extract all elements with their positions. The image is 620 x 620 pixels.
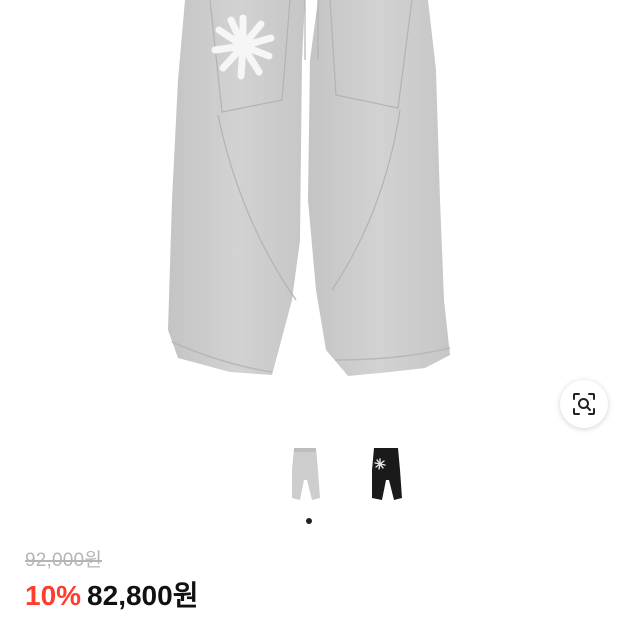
- image-search-button[interactable]: [560, 380, 608, 428]
- image-search-icon: [573, 393, 595, 415]
- sale-price: 82,800원: [87, 580, 199, 611]
- variant-thumbnails: [280, 440, 420, 520]
- right-leg: [308, 0, 450, 376]
- carousel-indicator: [306, 518, 314, 526]
- discount-rate: 10%: [25, 580, 82, 611]
- thumbnail-black-variant[interactable]: [362, 440, 412, 508]
- black-pants-thumbnail: [372, 448, 402, 500]
- thumbnail-gray-variant[interactable]: [280, 440, 330, 508]
- carousel-dot-active: [306, 518, 312, 524]
- price-row: 10% 82,800원: [25, 574, 198, 614]
- pants-illustration: [168, 0, 451, 376]
- gray-pants-thumbnail: [292, 448, 320, 500]
- original-price: 92,000원: [25, 550, 102, 571]
- product-main-image[interactable]: [0, 0, 620, 430]
